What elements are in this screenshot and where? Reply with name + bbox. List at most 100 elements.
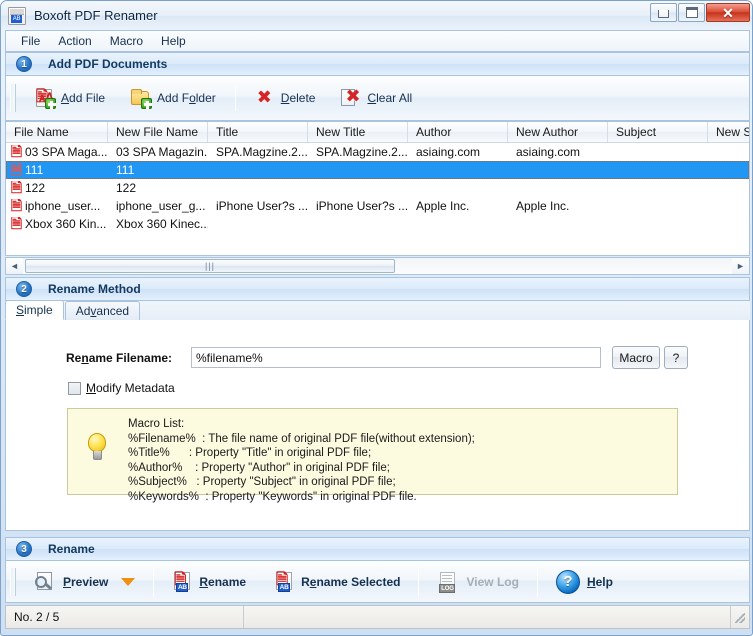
tab-simple[interactable]: Simple: [5, 300, 64, 320]
status-text: No. 2 / 5: [6, 606, 244, 628]
file-list-header: File Name New File Name Title New Title Auth…: [6, 122, 749, 143]
help-label: Help: [586, 574, 613, 589]
column-header-new-s[interactable]: New S...: [708, 122, 749, 142]
maximize-button[interactable]: [678, 3, 705, 22]
add-folder-label: Add Folder: [157, 91, 216, 105]
macro-hint-box: Macro List: %Filename% : The file name o…: [67, 408, 678, 503]
help-button[interactable]: ? Help: [542, 562, 627, 602]
delete-label: Delete: [280, 91, 316, 105]
file-list-body[interactable]: 🗎 03 SPA Maga... 03 SPA Magazin... SPA.Magz…: [6, 143, 749, 233]
bottom-separator-1: [153, 566, 155, 597]
table-row[interactable]: 🗎 Xbox 360 Kin... Xbox 360 Kinec...: [6, 215, 749, 233]
column-header-subject[interactable]: Subject: [608, 122, 708, 142]
section-header-add-documents: 1 Add PDF Documents: [5, 52, 750, 76]
minimize-button[interactable]: [650, 3, 677, 22]
cell-new-file-name: 03 SPA Magazin...: [116, 145, 208, 159]
rename-method-panel: Rename Filename: Macro ? Modify Metadata…: [5, 320, 750, 531]
bottom-separator-3: [536, 566, 538, 597]
cell-new-file-name: 122: [116, 181, 137, 195]
rename-filename-input[interactable]: [191, 347, 601, 368]
rename-toolbar-grip[interactable]: [10, 567, 16, 596]
view-log-button: LOG View Log: [423, 562, 532, 602]
menu-macro[interactable]: Macro: [101, 31, 152, 51]
macro-list-text: Macro List: %Filename% : The file name o…: [128, 418, 475, 503]
column-header-author[interactable]: Author: [408, 122, 508, 142]
section-2-title: Rename Method: [48, 282, 141, 296]
rename-button[interactable]: 🗎 AB Rename: [158, 562, 260, 602]
file-name-text: 111: [25, 163, 44, 177]
table-row[interactable]: 🗎 111 111: [6, 161, 749, 179]
file-name-text: 03 SPA Maga...: [25, 145, 108, 159]
menu-file[interactable]: File: [12, 31, 49, 51]
pdf-file-icon: 🗎: [10, 199, 23, 213]
file-name-text: Xbox 360 Kin...: [25, 217, 107, 231]
pdf-file-icon: 🗎: [10, 163, 23, 177]
column-header-title[interactable]: Title: [208, 122, 308, 142]
title-bar: AB Boxoft PDF Renamer ✕: [1, 1, 752, 30]
status-bar: No. 2 / 5: [5, 605, 750, 629]
chevron-down-icon[interactable]: [121, 577, 136, 586]
toolbar-grip[interactable]: [10, 84, 16, 112]
clear-all-icon: ✖: [341, 88, 361, 108]
table-row[interactable]: 🗎 iphone_user... iphone_user_g... iPhone Us…: [6, 197, 749, 215]
column-header-file-name[interactable]: File Name: [6, 122, 108, 142]
add-folder-button[interactable]: Add Folder: [118, 82, 229, 114]
toolbar-separator: [234, 85, 236, 111]
section-1-number: 1: [16, 56, 32, 72]
view-log-label: View Log: [466, 574, 519, 589]
rename-selected-button[interactable]: 🗎 AB Rename Selected: [260, 562, 414, 602]
folder-add-icon: [131, 88, 153, 109]
column-header-new-author[interactable]: New Author: [508, 122, 608, 142]
lightbulb-icon: [68, 409, 128, 494]
rename-selected-label: Rename Selected: [301, 574, 401, 589]
preview-button[interactable]: Preview: [22, 562, 149, 602]
preview-magnifier-icon: [35, 571, 56, 592]
modify-metadata-label: Modify Metadata: [86, 381, 175, 395]
section-header-rename-method: 2 Rename Method: [5, 277, 750, 301]
add-documents-toolbar: 🗎 AAdd Filedd File Add Folder ✖ Delete ✖: [5, 76, 750, 121]
preview-label: Preview: [63, 574, 109, 589]
menu-action[interactable]: Action: [49, 31, 100, 51]
file-list[interactable]: File Name New File Name Title New Title Auth…: [5, 121, 750, 256]
add-file-label: AAdd Filedd File: [61, 91, 106, 105]
menu-bar: File Action Macro Help: [5, 30, 750, 52]
table-row[interactable]: 🗎 03 SPA Maga... 03 SPA Magazin... SPA.Magz…: [6, 143, 749, 161]
pdf-add-icon: 🗎: [35, 88, 56, 109]
add-file-button[interactable]: 🗎 AAdd Filedd File: [22, 82, 118, 114]
column-header-new-file-name[interactable]: New File Name: [108, 122, 208, 142]
clear-all-button[interactable]: ✖ Clear All: [328, 82, 425, 114]
macro-help-button[interactable]: ?: [664, 346, 688, 369]
scroll-left-arrow[interactable]: ◄: [6, 258, 23, 274]
delete-button[interactable]: ✖ Delete: [242, 82, 329, 114]
modify-metadata-checkbox[interactable]: [68, 381, 81, 395]
resize-grip-icon[interactable]: [731, 609, 747, 625]
column-header-new-title[interactable]: New Title: [308, 122, 408, 142]
table-row[interactable]: 🗎 122 122: [6, 179, 749, 197]
close-button[interactable]: ✕: [706, 3, 750, 22]
file-list-hscrollbar[interactable]: ◄ ||| ►: [5, 257, 750, 275]
app-window: AB Boxoft PDF Renamer ✕ File Action Macr…: [0, 0, 753, 636]
cell-author: asiaing.com: [416, 145, 481, 159]
window-title: Boxoft PDF Renamer: [34, 8, 158, 23]
tab-advanced[interactable]: Advanced: [64, 301, 141, 320]
help-circle-icon: ?: [555, 569, 580, 594]
cell-file-name: 🗎 122: [6, 181, 108, 195]
section-3-title: Rename: [48, 542, 95, 556]
cell-title: SPA.Magzine.2...: [216, 145, 308, 159]
pdf-file-icon: 🗎: [10, 217, 23, 231]
section-3-number: 3: [16, 541, 32, 557]
modify-metadata-row[interactable]: Modify Metadata: [68, 381, 175, 395]
pdf-rename-selected-icon: 🗎 AB: [274, 571, 294, 592]
cell-file-name: 🗎 Xbox 360 Kin...: [6, 217, 108, 231]
cell-new-title: iPhone User?s ...: [316, 199, 408, 213]
macro-button[interactable]: Macro: [612, 346, 660, 369]
cell-new-file-name: iphone_user_g...: [116, 199, 206, 213]
cell-file-name: 🗎 03 SPA Maga...: [6, 145, 108, 159]
scroll-right-arrow[interactable]: ►: [732, 258, 749, 274]
menu-help[interactable]: Help: [152, 31, 195, 51]
scrollbar-thumb[interactable]: |||: [25, 259, 395, 273]
app-icon-ab-label: AB: [11, 15, 22, 23]
cell-title: iPhone User?s ...: [216, 199, 308, 213]
cell-file-name: 🗎 111: [6, 163, 108, 177]
scrollbar-track[interactable]: |||: [23, 258, 732, 274]
